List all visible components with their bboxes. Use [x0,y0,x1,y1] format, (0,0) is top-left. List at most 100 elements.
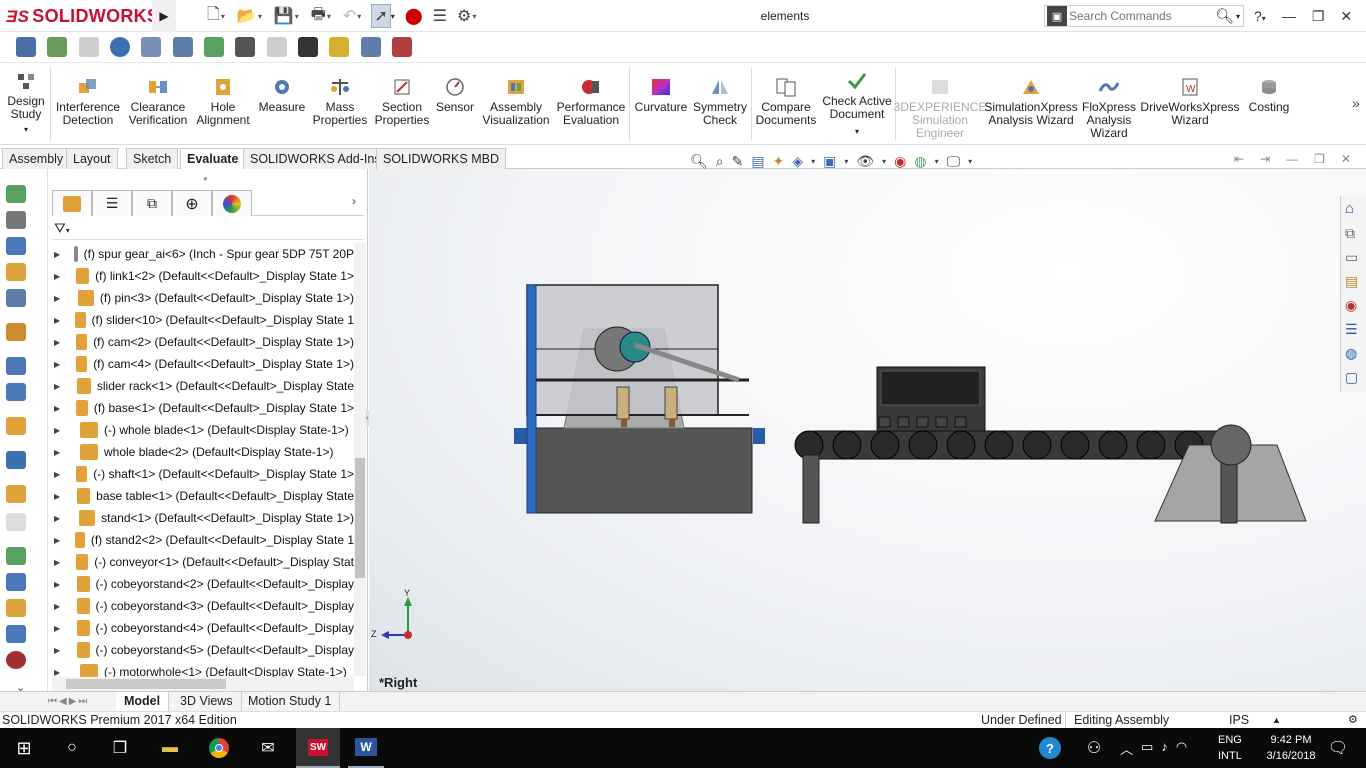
symmetry-check-button[interactable]: Symmetry Check [692,63,748,145]
tab-model[interactable]: Model [116,692,170,712]
viewport-restore-icon[interactable]: ❐ [1314,152,1325,166]
sensor-button[interactable]: Sensor [434,63,476,145]
dimxpert-manager-tab[interactable]: ⊕ [172,190,212,216]
reference-geometry-icon[interactable] [6,383,26,401]
minimize-icon[interactable]: — [1282,8,1296,24]
tab-evaluate[interactable]: Evaluate [180,148,246,170]
volume-icon[interactable]: ♪ [1161,739,1168,758]
toolbar-icon-3[interactable] [78,37,99,57]
assembly-visualization-button[interactable]: Assembly Visualization [480,63,552,145]
tree-item[interactable]: ▶ (f) pin<3> (Default<<Default>_Display S… [52,287,354,309]
measure-button[interactable]: Measure [256,63,308,145]
tab-mbd[interactable]: SOLIDWORKS MBD [376,148,506,169]
costing-button[interactable]: Costing [1242,63,1296,145]
options-gear-icon[interactable]: ⚙ ▾ [455,4,478,28]
toolbar-icon-11[interactable] [329,37,350,57]
toolbar-icon-9[interactable] [266,37,287,57]
section-properties-button[interactable]: Section Properties [372,63,432,145]
check-active-document-button[interactable]: Check Active Document ▾ [822,63,892,145]
file-properties-icon[interactable]: ☰ [431,4,449,28]
insert-components-icon[interactable] [6,185,26,203]
tray-expand-icon[interactable]: ︿ [1120,739,1133,758]
tree-item[interactable]: ▶ (f) link1<2> (Default<<Default>_Display… [52,265,354,287]
scrollbar-thumb[interactable] [66,679,226,689]
bill-of-materials-icon[interactable] [6,451,26,469]
tree-item[interactable]: ▶ (f) spur gear_ai<6> (Inch - Spur gear 5… [52,243,354,265]
solidworks-taskbar-icon[interactable]: SW [296,728,340,768]
word-icon[interactable]: W [348,728,384,768]
select-cursor-icon[interactable]: ➚ [371,4,391,28]
battery-icon[interactable]: ▭ [1141,739,1153,758]
property-manager-tab[interactable]: ☰ [92,190,132,216]
view-settings-icon[interactable]: 🖵︎ [947,153,961,170]
solidworks-logo[interactable]: ƎS SOLIDWORKS [0,0,159,32]
toolbar-icon-1[interactable] [16,37,36,57]
viewport-left-icon[interactable]: ⇤ [1234,152,1244,166]
windows-start-icon[interactable]: ⊞ [8,732,40,764]
toolbar-icon-5[interactable] [141,37,162,57]
view-palette-icon[interactable]: ▤ [1345,273,1358,290]
tab-scroll-arrows-icon[interactable]: ⏮◀▶⏭ [48,692,89,711]
chrome-icon[interactable] [203,732,235,764]
simulationxpress-button[interactable]: SimulationXpress Analysis Wizard [982,63,1080,145]
custom-properties-icon[interactable]: ☰ [1345,321,1358,338]
tree-item[interactable]: ▶ (-) motorwhole<1> (Default<Display Stat… [52,661,354,677]
toolbar-icon-7[interactable] [204,37,225,57]
tab-assembly[interactable]: Assembly [2,148,71,169]
compare-documents-button[interactable]: Compare Documents [754,63,818,145]
tree-item[interactable]: ▶ (-) cobeyorstand<5> (Default<<Default>_… [52,639,354,661]
assembly-tools-icon[interactable] [6,625,26,643]
hide-show-items-icon[interactable]: 👁︎ [856,153,874,170]
smart-fasteners-icon[interactable] [6,263,26,281]
toolbar-icon-13[interactable] [392,37,413,57]
search-commands-box[interactable]: ▣ 🔍︎▾ [1044,5,1244,27]
help-icon[interactable]: ?▾ [1254,8,1266,24]
close-icon[interactable]: ✕ [1340,8,1352,25]
tree-item[interactable]: ▶ (-) conveyor<1> (Default<<Default>_Disp… [52,551,354,573]
exploded-view-icon[interactable] [6,485,26,503]
scrollbar-thumb[interactable] [355,458,365,578]
language-indicator[interactable]: ENG INTL [1218,732,1242,764]
tree-item[interactable]: ▶ (-) cobeyorstand<4> (Default<<Default>_… [52,617,354,639]
design-study-button[interactable]: Design Study ▾ [4,63,48,145]
toolbar-icon-6[interactable] [172,37,193,57]
floxpress-button[interactable]: FloXpress Analysis Wizard [1080,63,1138,145]
filter-funnel-icon[interactable]: ⛛▾ [54,220,70,237]
undo-icon[interactable]: ↶ ▾ [341,4,363,28]
display-style-icon[interactable]: ▣ [823,153,836,170]
viewport-close-icon[interactable]: ✕ [1341,152,1351,166]
viewport-minimize-icon[interactable]: — [1286,152,1298,166]
help-tray-icon[interactable]: ? [1034,732,1066,764]
save-icon[interactable]: 💾 ▾ [272,4,301,28]
design-library-icon[interactable]: ⧉ [1345,225,1355,242]
display-manager-tab[interactable] [212,190,252,216]
print-icon[interactable]: 🖶 ▾ [309,4,333,28]
driveworksxpress-button[interactable]: W DriveWorksXpress Wizard [1140,63,1240,145]
solidworks-resources-icon[interactable]: ◍ [1345,345,1357,362]
configuration-manager-tab[interactable]: ⧉ [132,190,172,216]
search-input[interactable] [1069,9,1209,23]
zoom-to-area-icon[interactable]: ⌕ [716,153,724,170]
move-component-icon[interactable] [6,289,26,307]
toolbar-icon-8[interactable] [235,37,256,57]
tree-item[interactable]: ▶ (-) cobeyorstand<2> (Default<<Default>_… [52,573,354,595]
expand-menu-arrow-icon[interactable]: ▶ [152,0,176,32]
pane-splitter-dot[interactable]: ● [203,174,208,183]
featuremanager-design-tree-tab[interactable] [52,190,92,216]
interference-detection-button[interactable]: Interference Detection [54,63,122,145]
take-snapshot-icon[interactable] [6,573,26,591]
curvature-button[interactable]: Curvature [634,63,688,145]
tree-item[interactable]: ▶ (f) base<1> (Default<<Default>_Display … [52,397,354,419]
units-selector[interactable]: IPS [1229,712,1249,728]
dynamic-annotation-icon[interactable]: ✦ [773,153,785,170]
edit-appearance-icon[interactable]: ◉ [894,153,906,170]
tree-item[interactable]: ▶ (-) whole blade<1> (Default<Display Sta… [52,419,354,441]
linear-pattern-icon[interactable] [6,237,26,255]
show-hidden-icon[interactable] [6,323,26,341]
update-speedpak-icon[interactable] [6,547,26,565]
tab-3d-views[interactable]: 3D Views [172,692,242,712]
tree-item[interactable]: ▶ slider rack<1> (Default<<Default>_Displ… [52,375,354,397]
search-icon[interactable]: ○ [56,732,88,764]
toolbar-icon-10[interactable] [298,37,319,57]
large-assembly-mode-icon[interactable] [6,599,26,617]
